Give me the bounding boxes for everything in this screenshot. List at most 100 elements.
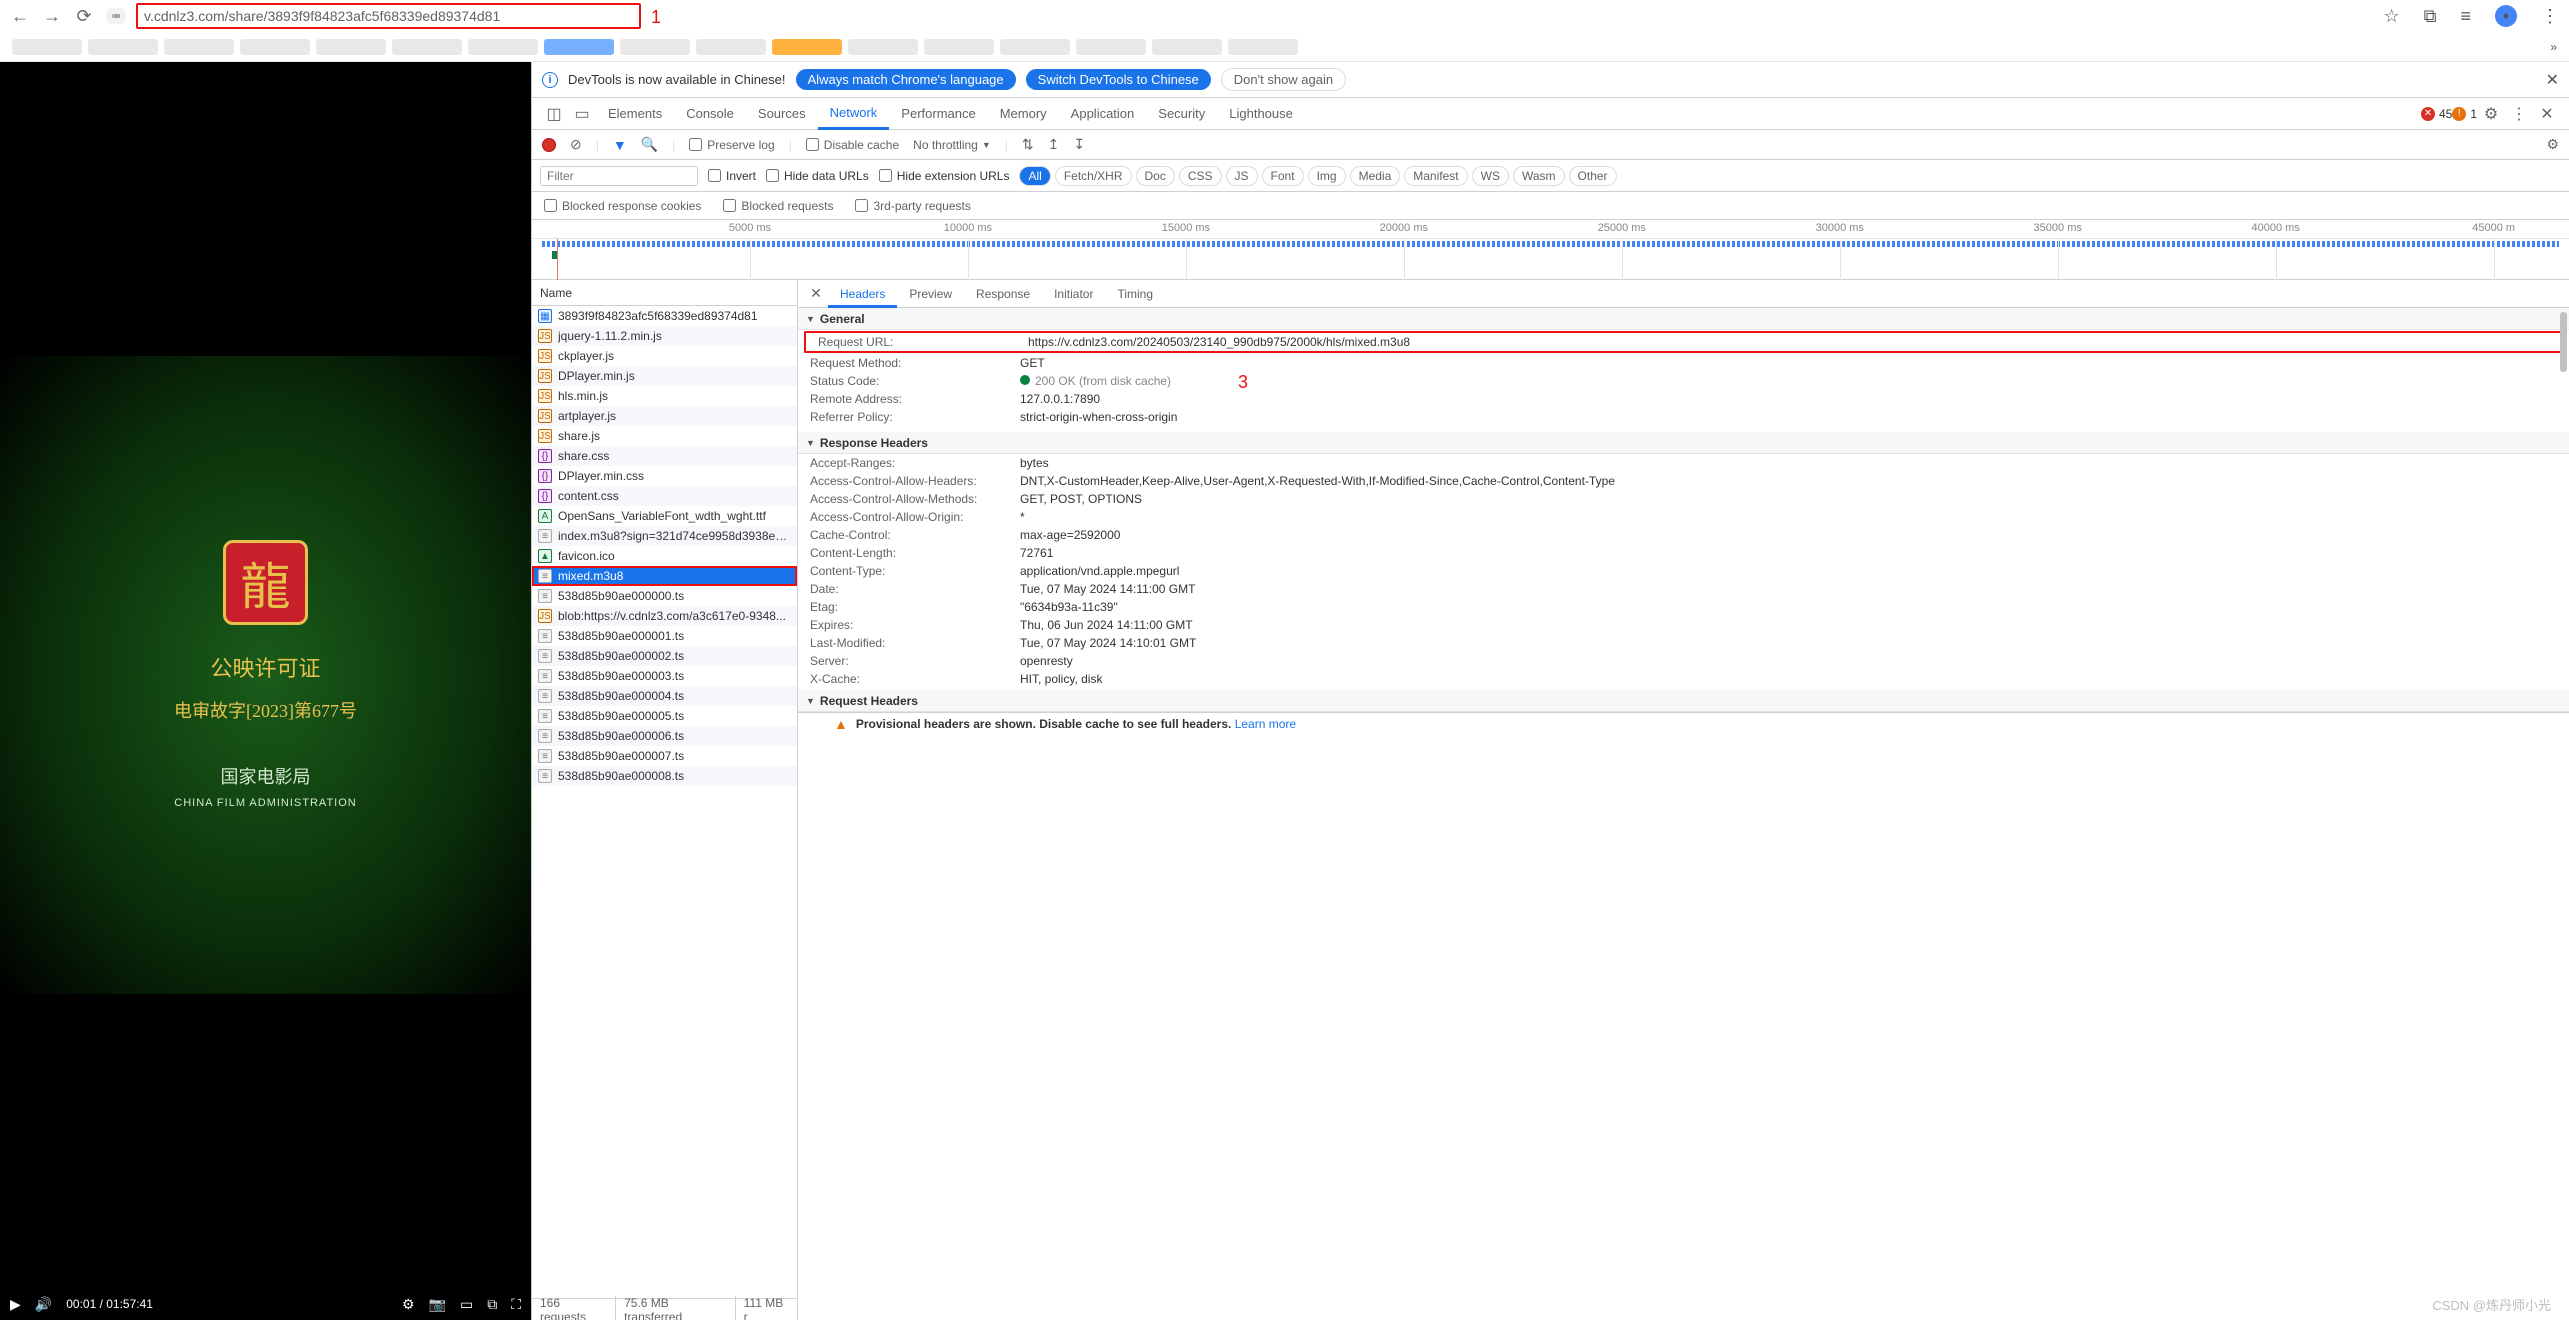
play-icon[interactable]: ▶ — [10, 1296, 21, 1313]
filter-chip[interactable]: WS — [1472, 166, 1509, 186]
request-row[interactable]: ≡538d85b90ae000000.ts — [532, 586, 797, 606]
pip-icon[interactable]: ⧉ — [487, 1296, 497, 1313]
hide-ext-checkbox[interactable]: Hide extension URLs — [879, 169, 1010, 183]
settings-icon[interactable]: ⚙ — [402, 1296, 415, 1313]
tab-memory[interactable]: Memory — [988, 98, 1059, 130]
clear-icon[interactable]: ⊘ — [570, 136, 582, 153]
tab-lighthouse[interactable]: Lighthouse — [1217, 98, 1305, 130]
request-row[interactable]: ≡538d85b90ae000002.ts — [532, 646, 797, 666]
fullscreen-icon[interactable]: ⛶ — [511, 1296, 521, 1313]
request-row[interactable]: ≡538d85b90ae000001.ts — [532, 626, 797, 646]
tab-preview[interactable]: Preview — [897, 280, 964, 308]
request-row[interactable]: AOpenSans_VariableFont_wdth_wght.ttf — [532, 506, 797, 526]
request-row[interactable]: {}share.css — [532, 446, 797, 466]
blocked-cookies-checkbox[interactable]: Blocked response cookies — [544, 199, 701, 213]
filter-chip[interactable]: Wasm — [1513, 166, 1565, 186]
back-icon[interactable]: ← — [10, 6, 30, 26]
filter-chip[interactable]: JS — [1226, 166, 1258, 186]
more-icon[interactable]: ⋮ — [2505, 104, 2533, 124]
download-icon[interactable]: ↧ — [1073, 136, 1085, 153]
detail-close-icon[interactable]: ✕ — [804, 285, 828, 302]
throttle-select[interactable]: No throttling ▼ — [913, 138, 991, 152]
request-row[interactable]: {}DPlayer.min.css — [532, 466, 797, 486]
inspect-icon[interactable]: ◫ — [540, 104, 568, 124]
address-bar[interactable]: v.cdnlz3.com/share/3893f9f84823afc5f6833… — [136, 3, 641, 29]
error-count[interactable]: ✕45 — [2421, 107, 2452, 121]
filter-chip[interactable]: Fetch/XHR — [1055, 166, 1132, 186]
request-row[interactable]: ≡538d85b90ae000007.ts — [532, 746, 797, 766]
request-row[interactable]: JShls.min.js — [532, 386, 797, 406]
reader-icon[interactable]: ≡ — [2460, 6, 2471, 27]
tab-security[interactable]: Security — [1146, 98, 1217, 130]
filter-chip[interactable]: CSS — [1179, 166, 1222, 186]
device-icon[interactable]: ▭ — [568, 104, 596, 124]
tab-initiator[interactable]: Initiator — [1042, 280, 1105, 308]
request-row[interactable]: JSblob:https://v.cdnlz3.com/a3c617e0-934… — [532, 606, 797, 626]
preserve-log-checkbox[interactable]: Preserve log — [689, 138, 774, 152]
reload-icon[interactable]: ⟳ — [74, 6, 94, 26]
third-party-checkbox[interactable]: 3rd-party requests — [855, 199, 970, 213]
always-match-button[interactable]: Always match Chrome's language — [796, 69, 1016, 90]
request-row[interactable]: ≡538d85b90ae000005.ts — [532, 706, 797, 726]
request-row[interactable]: JSshare.js — [532, 426, 797, 446]
request-row[interactable]: JSckplayer.js — [532, 346, 797, 366]
tab-console[interactable]: Console — [674, 98, 746, 130]
upload-icon[interactable]: ↥ — [1048, 136, 1060, 153]
blocked-req-checkbox[interactable]: Blocked requests — [723, 199, 833, 213]
disable-cache-checkbox[interactable]: Disable cache — [806, 138, 899, 152]
request-row[interactable]: ▦3893f9f84823afc5f68339ed89374d81 — [532, 306, 797, 326]
site-info-icon[interactable]: ≔ — [106, 8, 126, 24]
switch-lang-button[interactable]: Switch DevTools to Chinese — [1026, 69, 1211, 90]
tab-network[interactable]: Network — [818, 98, 890, 130]
hide-data-checkbox[interactable]: Hide data URLs — [766, 169, 869, 183]
filter-chip[interactable]: Manifest — [1404, 166, 1467, 186]
forward-icon[interactable]: → — [42, 6, 62, 26]
tab-headers[interactable]: Headers — [828, 280, 897, 308]
tab-timing[interactable]: Timing — [1105, 280, 1165, 308]
request-row[interactable]: ≡538d85b90ae000004.ts — [532, 686, 797, 706]
bookmarks-overflow-icon[interactable]: » — [2550, 40, 2557, 54]
dont-show-button[interactable]: Don't show again — [1221, 68, 1346, 91]
warn-count[interactable]: !1 — [2452, 107, 2477, 121]
request-row[interactable]: ≡index.m3u8?sign=321d74ce9958d3938e5... — [532, 526, 797, 546]
profile-avatar[interactable]: • — [2495, 5, 2517, 27]
wifi-icon[interactable]: ⇅ — [1022, 136, 1034, 153]
request-row[interactable]: ≡538d85b90ae000003.ts — [532, 666, 797, 686]
section-general[interactable]: General — [798, 308, 2569, 330]
devtools-close-icon[interactable]: ✕ — [2533, 104, 2561, 124]
section-response-headers[interactable]: Response Headers — [798, 432, 2569, 454]
scrollbar[interactable] — [2560, 312, 2567, 372]
request-row[interactable]: ≡538d85b90ae000008.ts — [532, 766, 797, 786]
invert-checkbox[interactable]: Invert — [708, 169, 756, 183]
tab-elements[interactable]: Elements — [596, 98, 674, 130]
filter-input[interactable] — [540, 166, 698, 186]
request-row[interactable]: JSDPlayer.min.js — [532, 366, 797, 386]
filter-chip[interactable]: All — [1019, 166, 1050, 186]
record-icon[interactable] — [542, 138, 556, 152]
tab-application[interactable]: Application — [1059, 98, 1147, 130]
request-row[interactable]: JSartplayer.js — [532, 406, 797, 426]
extensions-icon[interactable]: ⧉ — [2424, 6, 2437, 27]
camera-icon[interactable]: 📷 — [429, 1296, 446, 1313]
request-row[interactable]: ≡538d85b90ae000006.ts — [532, 726, 797, 746]
request-row[interactable]: {}content.css — [532, 486, 797, 506]
filter-chip[interactable]: Font — [1262, 166, 1304, 186]
list-header[interactable]: Name — [532, 280, 797, 306]
kebab-icon[interactable]: ⋮ — [2541, 6, 2559, 27]
star-icon[interactable]: ☆ — [2383, 6, 2399, 27]
search-icon[interactable]: 🔍 — [641, 136, 658, 153]
learn-more-link[interactable]: Learn more — [1235, 717, 1296, 731]
filter-chip[interactable]: Img — [1308, 166, 1346, 186]
subtitle-icon[interactable]: ▭ — [460, 1296, 473, 1313]
volume-icon[interactable]: 🔊 — [35, 1296, 52, 1313]
request-row[interactable]: JSjquery-1.11.2.min.js — [532, 326, 797, 346]
section-request-headers[interactable]: Request Headers — [798, 690, 2569, 712]
filter-icon[interactable]: ▼ — [613, 137, 627, 153]
filter-chip[interactable]: Doc — [1136, 166, 1175, 186]
filter-chip[interactable]: Other — [1569, 166, 1617, 186]
request-row[interactable]: ▲favicon.ico — [532, 546, 797, 566]
tab-performance[interactable]: Performance — [889, 98, 987, 130]
gear-icon[interactable]: ⚙ — [2477, 104, 2505, 124]
panel-gear-icon[interactable]: ⚙ — [2546, 136, 2559, 153]
tab-response[interactable]: Response — [964, 280, 1042, 308]
